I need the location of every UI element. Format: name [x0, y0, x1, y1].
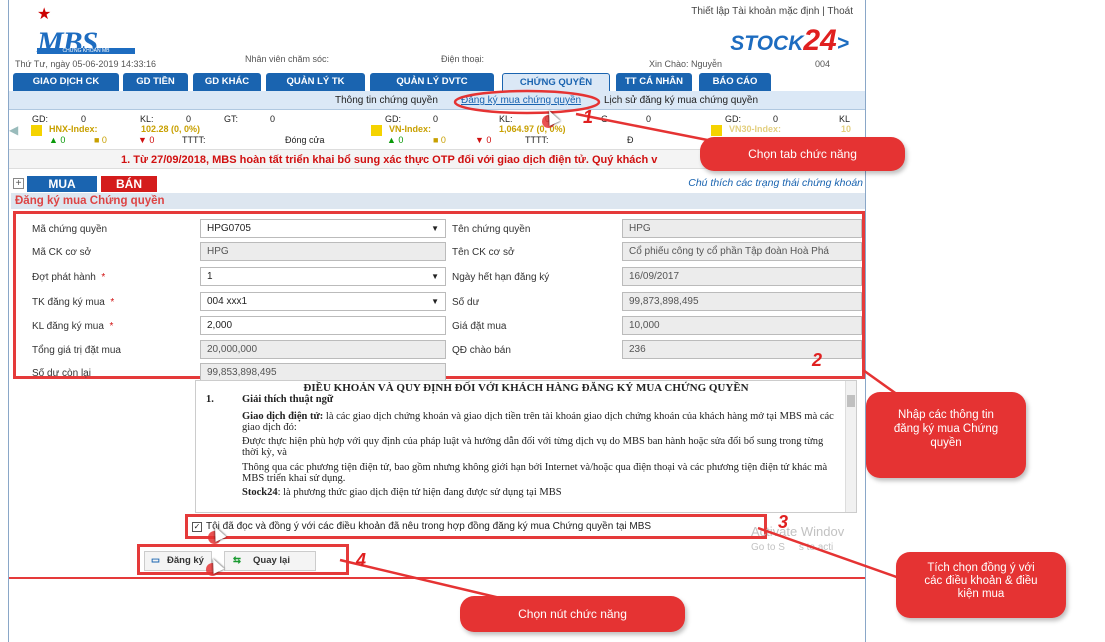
annotation-lines	[339, 89, 906, 600]
callout-enter-info: Nhập các thông tin đăng ký mua Chứng quy…	[866, 392, 1026, 478]
callout-select-button: Chọn nút chức năng	[460, 596, 685, 632]
step-2-marker: 2	[812, 350, 823, 370]
step-4-marker: 4	[356, 550, 367, 570]
step-1-marker: 1	[583, 107, 594, 127]
callout-check-agree: Tích chọn đồng ý với các điều khoản & đi…	[896, 552, 1066, 618]
callout-select-tab: Chọn tab chức năng	[700, 137, 905, 171]
step-3-marker: 3	[778, 512, 789, 532]
